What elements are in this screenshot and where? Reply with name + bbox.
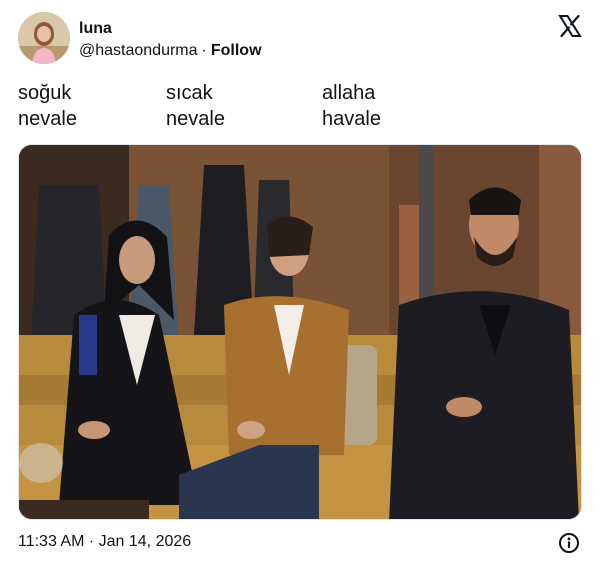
avatar[interactable] (18, 12, 70, 64)
author-handle[interactable]: @hastaondurma (79, 42, 198, 59)
author-name[interactable]: luna (79, 20, 112, 38)
x-logo-icon[interactable] (558, 14, 582, 38)
caption-line: allaha (322, 82, 376, 104)
tweet-footer: 11:33 AM · Jan 14, 2026 (18, 532, 582, 554)
tweet-header: luna @hastaondurma · Follow (18, 12, 582, 66)
caption-column: allaha havale (322, 80, 381, 132)
tweet-media-photo[interactable] (18, 144, 582, 520)
caption-line: soğuk (18, 82, 72, 104)
caption-column: soğuk nevale (18, 80, 77, 132)
caption-line: nevale (18, 108, 77, 130)
caption-line: sıcak (166, 82, 213, 104)
timestamp[interactable]: 11:33 AM · Jan 14, 2026 (18, 533, 191, 551)
separator-dot: · (201, 42, 207, 59)
info-icon[interactable] (558, 532, 580, 554)
caption-line: nevale (166, 108, 225, 130)
caption-line: havale (322, 108, 381, 130)
follow-button[interactable]: Follow (211, 42, 262, 59)
photo-scene (19, 145, 581, 519)
avatar-image (18, 12, 70, 64)
caption-column: sıcak nevale (166, 80, 225, 132)
author-handle-line: @hastaondurma · Follow (79, 42, 262, 60)
tweet-caption: soğuk nevale sıcak nevale allaha havale (18, 80, 582, 132)
